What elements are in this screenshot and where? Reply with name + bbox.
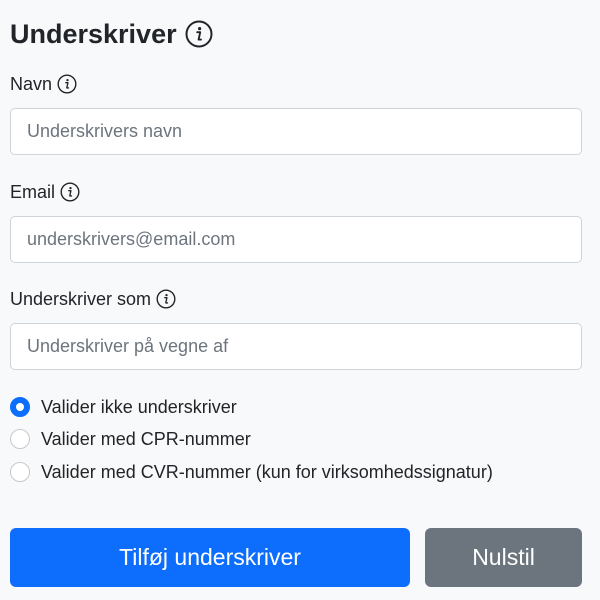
title-row: Underskriver — [10, 14, 213, 54]
validation-option-none[interactable]: Valider ikke underskriver — [10, 394, 237, 420]
radio-label: Valider ikke underskriver — [41, 396, 237, 417]
signs-as-label: Underskriver som — [10, 288, 152, 309]
name-label: Navn — [10, 73, 53, 94]
info-icon[interactable] — [57, 74, 77, 94]
email-label-row: Email — [10, 179, 80, 205]
email-input[interactable] — [10, 216, 582, 263]
add-signer-button[interactable]: Tilføj underskriver — [10, 528, 410, 587]
info-icon[interactable] — [60, 182, 80, 202]
name-input[interactable] — [10, 108, 582, 155]
signs-as-input[interactable] — [10, 323, 582, 370]
radio-button-cvr[interactable] — [10, 462, 30, 482]
page-title: Underskriver — [10, 19, 177, 49]
signs-as-label-row: Underskriver som — [10, 286, 176, 312]
radio-label: Valider med CPR-nummer — [41, 428, 251, 449]
info-icon[interactable] — [156, 289, 176, 309]
validation-option-cvr[interactable]: Valider med CVR-nummer (kun for virksomh… — [10, 459, 493, 485]
radio-button-none[interactable] — [10, 397, 30, 417]
name-label-row: Navn — [10, 71, 77, 97]
reset-button[interactable]: Nulstil — [425, 528, 582, 587]
info-icon[interactable] — [185, 20, 213, 48]
radio-label: Valider med CVR-nummer (kun for virksomh… — [41, 461, 493, 482]
validation-option-cpr[interactable]: Valider med CPR-nummer — [10, 426, 251, 452]
radio-button-cpr[interactable] — [10, 429, 30, 449]
email-label: Email — [10, 181, 56, 202]
